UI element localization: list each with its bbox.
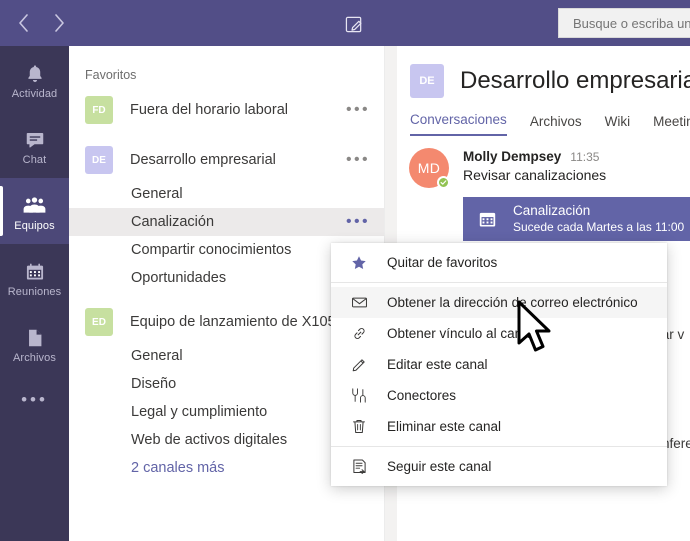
- channel-name: General: [131, 348, 183, 364]
- menu-item-editar-este-canal[interactable]: Editar este canal: [331, 349, 667, 380]
- rail-more-button[interactable]: •••: [0, 376, 69, 424]
- menu-item-label: Eliminar este canal: [387, 419, 502, 434]
- rail-label-reuniones: Reuniones: [7, 285, 62, 298]
- meeting-card[interactable]: Canalización Sucede cada Martes a las 11…: [463, 197, 690, 241]
- team-more-options-button[interactable]: •••: [346, 102, 370, 117]
- forward-button[interactable]: [48, 10, 70, 36]
- tab-meetings[interactable]: Meetings: [653, 114, 690, 136]
- rail-label-equipos: Equipos: [14, 219, 55, 232]
- channel-name: Oportunidades: [131, 270, 227, 286]
- channel-name: Canalización: [131, 214, 215, 230]
- channel-row-canalizacion[interactable]: Canalización •••: [69, 208, 384, 236]
- connectors-icon: [349, 386, 369, 406]
- channel-tabs: Conversaciones Archivos Wiki Meetings: [397, 98, 690, 136]
- search-input[interactable]: [573, 15, 690, 31]
- channel-name: Web de activos digitales: [131, 432, 288, 448]
- chat-icon: [24, 125, 46, 151]
- follow-channel-icon: [349, 457, 369, 477]
- channel-context-menu: Quitar de favoritos Obtener la dirección…: [331, 243, 667, 486]
- channel-name: Compartir conocimientos: [131, 242, 292, 258]
- team-avatar: DE: [85, 146, 113, 174]
- message-author: Molly Dempsey: [463, 149, 562, 164]
- menu-separator: [331, 446, 667, 447]
- team-row[interactable]: FD Fuera del horario laboral •••: [69, 90, 384, 130]
- page-title: Desarrollo empresarial: [460, 67, 690, 94]
- team-name: Equipo de lanzamiento de X1050: [130, 314, 344, 330]
- files-icon: [25, 323, 45, 349]
- trash-icon: [349, 417, 369, 437]
- menu-item-obtener-vinculo-canal[interactable]: Obtener vínculo al canal: [331, 318, 667, 349]
- pencil-icon: [349, 355, 369, 375]
- meeting-schedule: Sucede cada Martes a las 11:00: [513, 219, 685, 234]
- menu-item-label: Conectores: [387, 388, 457, 403]
- menu-item-label: Obtener vínculo al canal: [387, 326, 533, 341]
- team-row[interactable]: DE Desarrollo empresarial •••: [69, 140, 384, 180]
- menu-item-quitar-de-favoritos[interactable]: Quitar de favoritos: [331, 247, 667, 278]
- rail-item-archivos[interactable]: Archivos: [0, 310, 69, 376]
- team-name: Desarrollo empresarial: [130, 152, 276, 168]
- back-button[interactable]: [12, 10, 34, 36]
- meeting-card-text: Canalización Sucede cada Martes a las 11…: [513, 203, 684, 235]
- menu-item-label: Editar este canal: [387, 357, 488, 372]
- channel-avatar: DE: [410, 64, 444, 98]
- star-filled-icon: [349, 253, 369, 273]
- menu-item-obtener-direccion-correo[interactable]: Obtener la dirección de correo electróni…: [331, 287, 667, 318]
- tab-conversaciones[interactable]: Conversaciones: [410, 112, 507, 136]
- message-text: Revisar canalizaciones: [463, 167, 607, 183]
- rail-label-archivos: Archivos: [13, 351, 56, 364]
- search-bar[interactable]: [558, 8, 690, 38]
- teams-window: Actividad Chat: [0, 0, 690, 541]
- meeting-title: Canalización: [513, 202, 591, 218]
- menu-item-label: Obtener la dirección de correo electróni…: [387, 295, 638, 310]
- rail-label-actividad: Actividad: [11, 87, 58, 100]
- message-body: Molly Dempsey 11:35 Revisar canalizacion…: [463, 148, 606, 188]
- team-name: Fuera del horario laboral: [130, 102, 288, 118]
- avatar: MD: [409, 148, 450, 189]
- title-bar: [0, 0, 690, 46]
- menu-item-conectores[interactable]: Conectores: [331, 380, 667, 411]
- rail-label-chat: Chat: [22, 153, 47, 166]
- avatar-initials: MD: [417, 160, 441, 176]
- channel-name: Legal y cumplimiento: [131, 404, 268, 420]
- rail-item-reuniones[interactable]: Reuniones: [0, 244, 69, 310]
- people-icon: [22, 191, 47, 217]
- rail-item-chat[interactable]: Chat: [0, 112, 69, 178]
- more-channels-label: 2 canales más: [131, 460, 225, 476]
- message-item: MD Molly Dempsey 11:35 Revisar canalizac…: [397, 136, 690, 189]
- team-avatar: ED: [85, 308, 113, 336]
- team-avatar: FD: [85, 96, 113, 124]
- menu-item-seguir-este-canal[interactable]: Seguir este canal: [331, 451, 667, 482]
- app-rail: Actividad Chat Equipos Reuniones Archivo…: [0, 46, 69, 541]
- channel-row-general[interactable]: General: [69, 180, 384, 208]
- channel-header: DE Desarrollo empresarial: [397, 46, 690, 98]
- nav-arrows: [12, 10, 70, 36]
- tab-archivos[interactable]: Archivos: [530, 114, 582, 136]
- tab-wiki[interactable]: Wiki: [605, 114, 631, 136]
- menu-item-label: Quitar de favoritos: [387, 255, 498, 270]
- menu-item-label: Seguir este canal: [387, 459, 492, 474]
- bell-icon: [24, 59, 46, 85]
- message-header: Molly Dempsey 11:35: [463, 149, 606, 164]
- calendar-icon: [477, 208, 499, 230]
- channel-more-options-button[interactable]: •••: [346, 214, 370, 229]
- favorites-header: Favoritos: [85, 68, 137, 82]
- available-check-icon: [437, 176, 450, 189]
- channel-name: Diseño: [131, 376, 177, 392]
- message-timestamp: 11:35: [570, 150, 600, 164]
- rail-item-actividad[interactable]: Actividad: [0, 46, 69, 112]
- rail-item-equipos[interactable]: Equipos: [0, 178, 69, 244]
- link-icon: [349, 324, 369, 344]
- channel-name: General: [131, 186, 183, 202]
- envelope-icon: [349, 293, 369, 313]
- calendar-icon: [24, 257, 46, 283]
- compose-icon[interactable]: [342, 12, 366, 36]
- menu-separator: [331, 282, 667, 283]
- menu-item-eliminar-este-canal[interactable]: Eliminar este canal: [331, 411, 667, 442]
- team-more-options-button[interactable]: •••: [346, 152, 370, 167]
